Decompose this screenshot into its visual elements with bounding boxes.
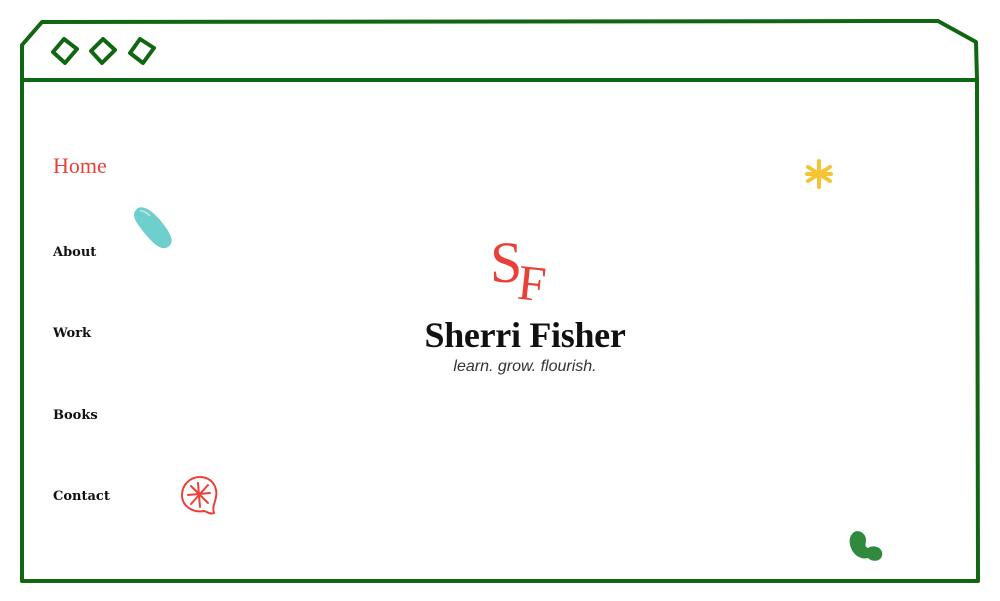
page: Home About Work Books Contact S F Sherri… [0,0,1000,601]
asterisk-icon [805,159,833,189]
sf-logo: S F [490,230,549,308]
red-circle-doodle-icon [180,475,218,515]
nav-books-link[interactable]: Books [53,408,98,423]
teal-brush-stroke-icon [134,207,172,249]
green-blob-icon [849,531,883,561]
nav-home-link[interactable]: Home [53,153,107,179]
site-title: Sherri Fisher [424,315,626,355]
site-tagline: learn. grow. flourish. [453,358,597,375]
nav-about-link[interactable]: About [53,245,96,260]
window-minimize-button[interactable] [89,37,117,65]
logo-letter-f: F [515,254,549,308]
window-maximize-button[interactable] [128,37,156,65]
nav-contact-link[interactable]: Contact [53,489,110,504]
window-close-button[interactable] [51,37,79,65]
